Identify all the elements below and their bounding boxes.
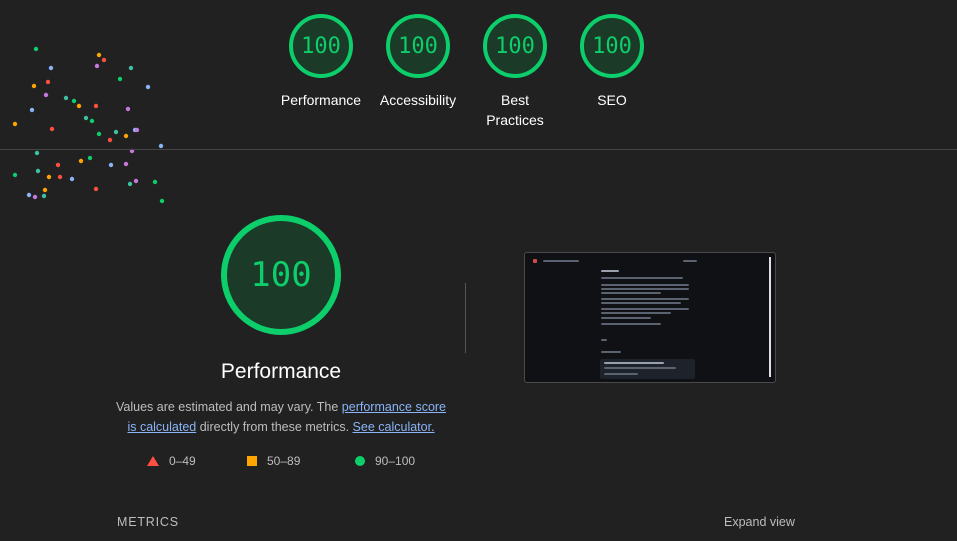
confetti-dot [41, 193, 47, 199]
confetti-dot [152, 179, 158, 185]
performance-score-gauge: 100 [221, 215, 341, 335]
confetti-dot [12, 172, 18, 178]
legend-range: 0–49 [169, 454, 196, 468]
description-text: directly from these metrics. [196, 420, 353, 434]
confetti-dot [159, 198, 165, 204]
gauge-seo[interactable]: 100 SEO [562, 14, 662, 110]
thumbnail-line [601, 312, 671, 314]
score-value: 100 [495, 33, 535, 59]
performance-score-value: 100 [250, 255, 312, 295]
legend-range: 90–100 [375, 454, 416, 468]
metrics-heading: METRICS [117, 515, 179, 529]
confetti-dot [69, 176, 75, 182]
confetti-dot [107, 137, 113, 143]
confetti-dot [123, 133, 129, 139]
score-ring: 100 [289, 14, 353, 78]
confetti-dot [46, 174, 52, 180]
performance-description: Values are estimated and may vary. The p… [112, 397, 450, 437]
confetti-dot [123, 161, 129, 167]
final-screenshot-thumbnail[interactable] [524, 252, 776, 383]
confetti-dot [78, 158, 84, 164]
score-value: 100 [301, 33, 341, 59]
section-divider [465, 283, 466, 353]
thumbnail-card [600, 359, 695, 379]
confetti-dot [32, 194, 38, 200]
thumbnail-line [683, 260, 697, 262]
orange-square-icon [247, 456, 257, 466]
gauge-accessibility[interactable]: 100 Accessibility [368, 14, 468, 110]
legend-pass: 90–100 [355, 454, 415, 468]
confetti-dot [35, 168, 41, 174]
score-ring: 100 [386, 14, 450, 78]
category-gauges: 100 Performance 100 Accessibility 100 Be… [0, 14, 957, 134]
legend-average: 50–89 [247, 454, 300, 468]
red-triangle-icon [147, 456, 159, 466]
thumbnail-line [601, 298, 689, 300]
thumbnail-nav [533, 259, 765, 263]
thumbnail-line [601, 302, 681, 304]
confetti-dot [57, 174, 63, 180]
confetti-dot [34, 150, 40, 156]
thumbnail-line [601, 292, 661, 294]
thumbnail-line [601, 317, 651, 319]
score-legend: 0–49 50–89 90–100 [145, 454, 445, 474]
gauge-label: SEO [597, 92, 627, 108]
confetti-dot [42, 187, 48, 193]
gauge-label: Accessibility [379, 92, 457, 108]
confetti-dot [108, 162, 114, 168]
gauge-label: Performance [280, 92, 362, 108]
confetti-dot [133, 178, 139, 184]
score-value: 100 [398, 33, 438, 59]
legend-fail: 0–49 [147, 454, 196, 468]
thumbnail-line [601, 323, 661, 325]
confetti-dot [87, 155, 93, 161]
confetti-dot [93, 186, 99, 192]
thumbnail-line [601, 308, 689, 310]
confetti-dot [127, 181, 133, 187]
header-divider [0, 149, 957, 150]
thumbnail-line [601, 284, 689, 286]
gauge-label: Best Practices [486, 92, 544, 128]
confetti-dot [158, 143, 164, 149]
legend-range: 50–89 [267, 454, 301, 468]
expand-view-button[interactable]: Expand view [724, 515, 795, 529]
thumbnail-line [604, 362, 664, 364]
confetti-dot [55, 162, 61, 168]
thumbnail-line [601, 351, 621, 353]
score-ring: 100 [580, 14, 644, 78]
score-ring: 100 [483, 14, 547, 78]
score-value: 100 [592, 33, 632, 59]
thumbnail-line [601, 339, 607, 341]
gauge-performance[interactable]: 100 Performance [271, 14, 371, 110]
calculator-link[interactable]: See calculator. [353, 420, 435, 434]
thumbnail-line [601, 288, 689, 290]
thumbnail-line [604, 373, 638, 375]
gauge-best-practices[interactable]: 100 Best Practices [465, 14, 565, 130]
thumbnail-line [543, 260, 579, 262]
thumbnail-line [601, 270, 619, 272]
description-text: Values are estimated and may vary. The [115, 400, 342, 414]
thumbnail-line [601, 277, 683, 279]
green-circle-icon [355, 456, 365, 466]
confetti-dot [26, 192, 32, 198]
thumbnail-line [604, 367, 676, 369]
performance-title: Performance [220, 360, 342, 383]
thumbnail-logo [533, 259, 537, 263]
thumbnail-scrollbar [769, 257, 771, 377]
